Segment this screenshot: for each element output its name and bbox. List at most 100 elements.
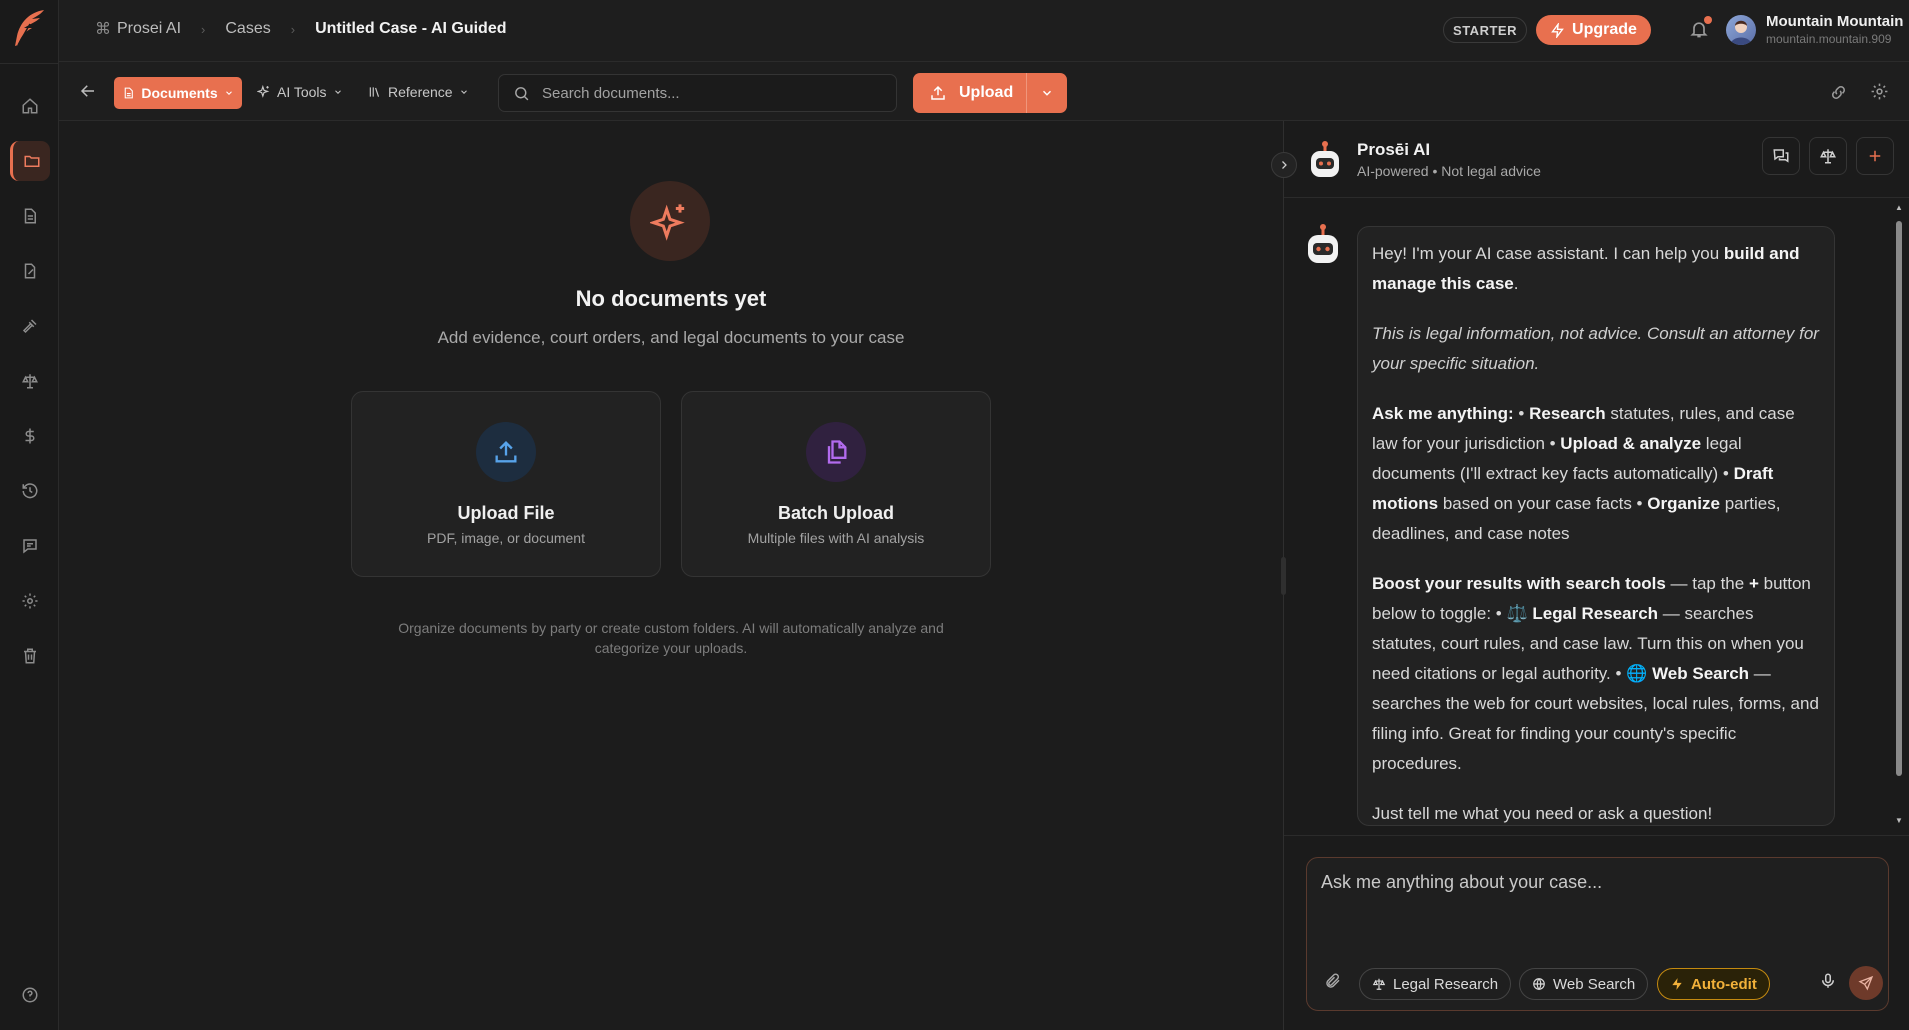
batch-upload-icon-wrap xyxy=(806,422,866,482)
rail-messages-button[interactable] xyxy=(10,526,50,566)
voice-input-button[interactable] xyxy=(1819,972,1837,990)
legal-mode-button[interactable] xyxy=(1809,137,1847,175)
message-italic: This is legal information, not advice. C… xyxy=(1372,324,1819,373)
command-icon[interactable]: ⌘ xyxy=(95,19,117,39)
breadcrumb-current-case: Untitled Case - AI Guided xyxy=(315,20,507,37)
ai-tools-menu[interactable]: AI Tools xyxy=(257,84,343,100)
app-logo[interactable] xyxy=(10,8,48,48)
new-chat-button[interactable] xyxy=(1856,137,1894,175)
legal-research-label: Legal Research xyxy=(1393,975,1499,993)
globe-icon xyxy=(1533,978,1545,991)
chat-input[interactable] xyxy=(1321,872,1861,932)
top-bar: ⌘ Prosei AI › Cases › Untitled Case - AI… xyxy=(59,0,1909,62)
chevron-down-icon xyxy=(1042,90,1052,96)
message-bold: Web Search xyxy=(1652,664,1750,683)
message-bold: Organize xyxy=(1647,494,1720,513)
home-icon xyxy=(22,98,38,114)
upgrade-button[interactable]: Upgrade xyxy=(1536,15,1651,45)
batch-upload-card[interactable]: Batch Upload Multiple files with AI anal… xyxy=(681,391,991,577)
message-bold: Ask me anything: xyxy=(1372,404,1514,423)
composer-divider xyxy=(1284,835,1909,836)
avatar[interactable] xyxy=(1726,15,1756,45)
chevron-right-icon: › xyxy=(201,21,206,37)
chat-history-button[interactable] xyxy=(1762,137,1800,175)
message-text: — tap the xyxy=(1665,574,1749,593)
notifications-button[interactable] xyxy=(1689,16,1712,39)
documents-tab[interactable]: Documents xyxy=(114,77,242,109)
ai-assistant-panel: Prosēi AI AI-powered • Not legal advice … xyxy=(1283,121,1909,1030)
upload-main-action[interactable]: Upload xyxy=(913,73,1027,113)
message-text: based on your case facts • xyxy=(1438,494,1648,513)
rail-divider xyxy=(0,63,59,64)
scales-icon xyxy=(1820,149,1836,164)
message-text: Hey! I'm your AI case assistant. I can h… xyxy=(1372,244,1724,263)
message-text: . xyxy=(1513,274,1519,293)
assistant-name: Prosēi AI xyxy=(1357,140,1431,159)
search-input[interactable] xyxy=(542,84,872,102)
rail-history-button[interactable] xyxy=(10,471,50,511)
rail-home-button[interactable] xyxy=(10,86,50,126)
panel-resize-handle[interactable] xyxy=(1281,557,1286,595)
message-icon xyxy=(23,539,37,554)
rail-trash-button[interactable] xyxy=(10,636,50,676)
upload-button[interactable]: Upload xyxy=(913,73,1067,113)
rail-settings-button[interactable] xyxy=(10,581,50,621)
scroll-thumb[interactable] xyxy=(1896,221,1902,776)
legal-research-toggle[interactable]: Legal Research xyxy=(1359,968,1512,1000)
gavel-icon xyxy=(22,319,37,334)
auto-edit-toggle[interactable]: Auto-edit xyxy=(1657,968,1770,1000)
upload-file-subtitle: PDF, image, or document xyxy=(427,530,585,546)
sparkles-icon xyxy=(650,204,685,241)
batch-upload-title: Batch Upload xyxy=(777,503,894,523)
web-search-toggle[interactable]: Web Search xyxy=(1519,968,1649,1000)
back-button[interactable] xyxy=(79,82,97,100)
chat-bubbles-icon xyxy=(1773,149,1789,163)
message-disclaimer: This is legal information, not advice. C… xyxy=(1372,319,1820,379)
rail-documents-button[interactable] xyxy=(10,141,50,181)
upload-dropdown-toggle[interactable] xyxy=(1027,86,1067,100)
rail-gavel-button[interactable] xyxy=(10,306,50,346)
message-bold: Research xyxy=(1529,404,1606,423)
auto-edit-label: Auto-edit xyxy=(1691,975,1757,993)
send-icon xyxy=(1858,975,1874,991)
microphone-icon xyxy=(1822,973,1834,988)
send-button[interactable] xyxy=(1849,966,1883,1000)
upload-file-card[interactable]: Upload File PDF, image, or document xyxy=(351,391,661,577)
settings-icon xyxy=(22,593,38,609)
message-search-tools: Boost your results with search tools — t… xyxy=(1372,569,1820,779)
upload-icon xyxy=(495,441,517,463)
robot-icon xyxy=(1311,141,1339,177)
attach-button[interactable] xyxy=(1324,972,1342,990)
chat-scrollbar[interactable]: ▲ ▼ xyxy=(1894,201,1904,826)
chevron-down-icon xyxy=(460,90,467,94)
rail-pages-button[interactable] xyxy=(10,196,50,236)
empty-state-icon xyxy=(630,181,710,261)
case-settings-button[interactable] xyxy=(1870,82,1889,101)
document-icon xyxy=(125,87,134,99)
message-capabilities: Ask me anything: • Research statutes, ru… xyxy=(1372,399,1820,549)
rail-help-button[interactable] xyxy=(10,975,50,1015)
document-icon xyxy=(24,208,36,224)
rail-billing-button[interactable] xyxy=(10,416,50,456)
rail-drafts-button[interactable] xyxy=(10,251,50,291)
batch-upload-subtitle: Multiple files with AI analysis xyxy=(747,530,925,546)
share-link-button[interactable] xyxy=(1829,83,1848,102)
user-name[interactable]: Mountain Mountain xyxy=(1766,13,1903,30)
empty-state-title: No documents yet xyxy=(575,286,767,311)
assistant-subtitle: AI-powered • Not legal advice xyxy=(1357,163,1541,179)
scroll-down-arrow[interactable]: ▼ xyxy=(1894,816,1904,826)
collapse-panel-button[interactable] xyxy=(1271,152,1297,178)
document-search xyxy=(498,74,897,112)
breadcrumb-app[interactable]: Prosei AI xyxy=(117,20,181,38)
lightning-icon xyxy=(1551,22,1564,38)
link-icon xyxy=(1832,86,1845,99)
web-search-label: Web Search xyxy=(1553,975,1636,993)
chevron-right-icon xyxy=(1282,161,1287,169)
upload-file-icon-wrap xyxy=(476,422,536,482)
sparkles-icon xyxy=(257,85,270,98)
upload-icon xyxy=(931,85,945,100)
scroll-up-arrow[interactable]: ▲ xyxy=(1894,203,1904,213)
reference-menu[interactable]: Reference xyxy=(368,84,469,100)
rail-legal-button[interactable] xyxy=(10,361,50,401)
breadcrumb-cases[interactable]: Cases xyxy=(225,20,270,38)
